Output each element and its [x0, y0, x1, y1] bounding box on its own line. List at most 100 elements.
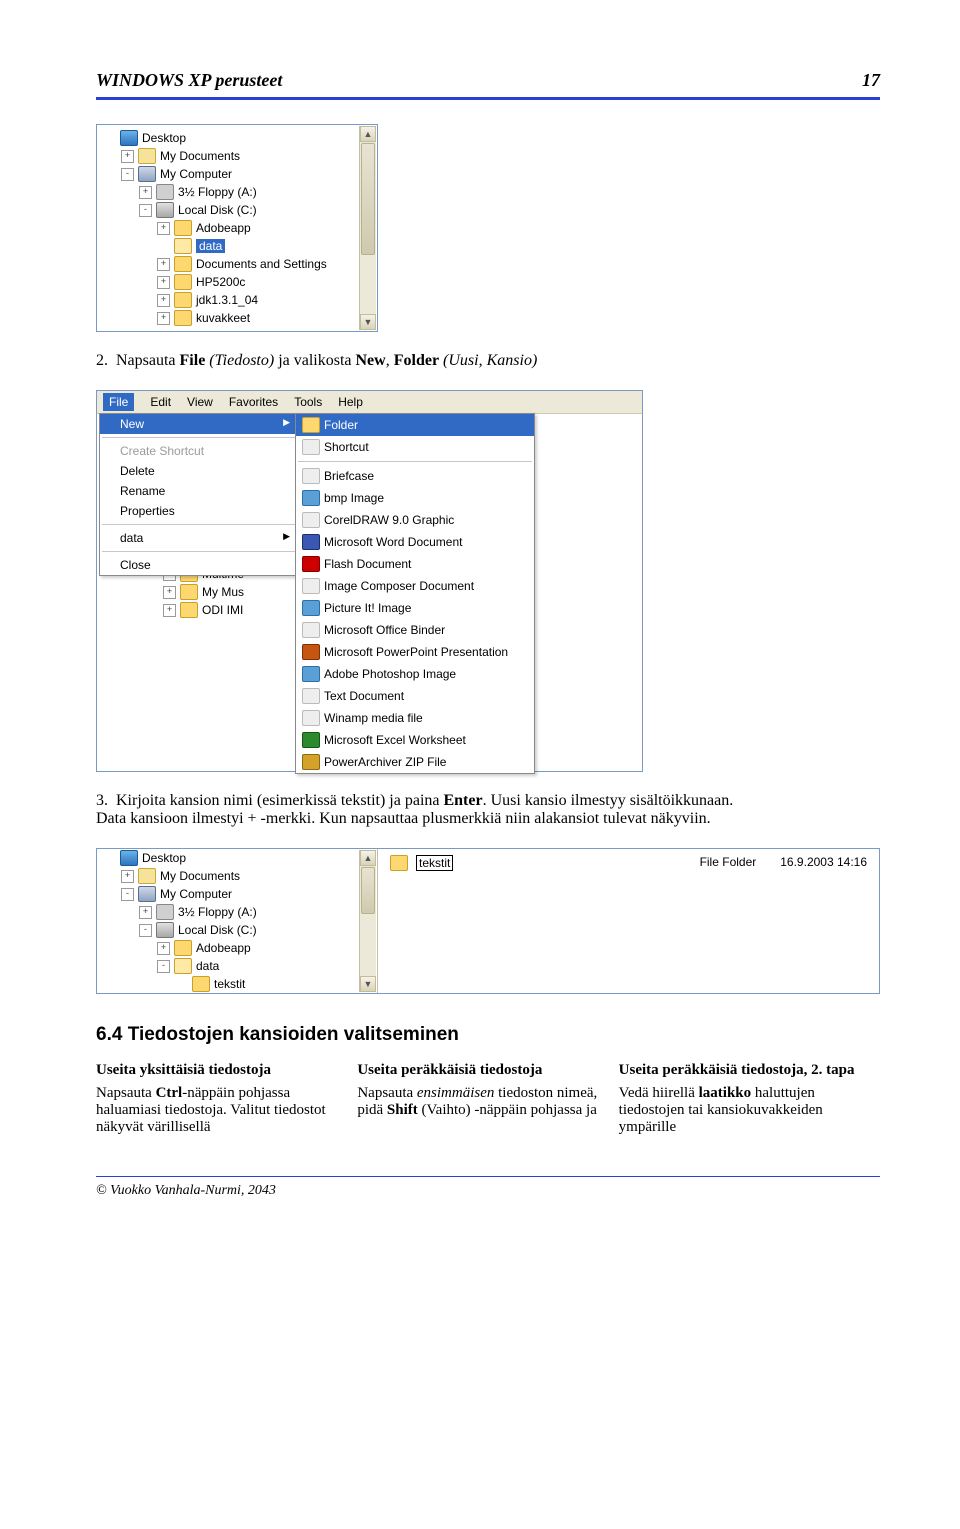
collapse-icon[interactable]: -	[157, 960, 170, 973]
menu-item-delete[interactable]: Delete	[100, 461, 298, 481]
submenu-label: Winamp media file	[324, 711, 423, 725]
submenu-item[interactable]: Winamp media file	[296, 707, 534, 729]
menu-item-data[interactable]: data	[100, 528, 298, 548]
scrollbar[interactable]: ▲ ▼	[359, 850, 376, 992]
submenu-item[interactable]: Image Composer Document	[296, 575, 534, 597]
tree-row[interactable]: +3½ Floppy (A:)	[97, 903, 377, 921]
tree-row[interactable]: -Local Disk (C:)	[97, 201, 377, 219]
submenu-item[interactable]: CorelDRAW 9.0 Graphic	[296, 509, 534, 531]
submenu-item[interactable]: Picture It! Image	[296, 597, 534, 619]
file-type-icon	[302, 468, 320, 484]
tree-row[interactable]: -My Computer	[97, 885, 377, 903]
file-type-icon	[302, 666, 320, 682]
scroll-down-button[interactable]: ▼	[360, 976, 376, 992]
tree-row[interactable]: Desktop	[97, 129, 377, 147]
file-type-icon	[302, 622, 320, 638]
collapse-icon[interactable]: -	[121, 168, 134, 181]
submenu-label: Flash Document	[324, 557, 411, 571]
file-type-icon	[302, 417, 320, 433]
menu-item-close[interactable]: Close	[100, 555, 298, 575]
menubar-item-edit[interactable]: Edit	[150, 395, 171, 409]
collapse-icon[interactable]: -	[139, 204, 152, 217]
submenu-item[interactable]: Briefcase	[296, 465, 534, 487]
menu-separator	[102, 551, 296, 552]
submenu-item[interactable]: Microsoft PowerPoint Presentation	[296, 641, 534, 663]
submenu-item[interactable]: Microsoft Word Document	[296, 531, 534, 553]
submenu-label: Text Document	[324, 689, 404, 703]
node-icon	[120, 850, 138, 866]
tree-row[interactable]: +My Documents	[97, 867, 377, 885]
footer-rule	[96, 1176, 880, 1177]
submenu-label: Adobe Photoshop Image	[324, 667, 456, 681]
menu-item-properties[interactable]: Properties	[100, 501, 298, 521]
step-2-text: 2. Napsauta File (Tiedosto) ja valikosta…	[96, 352, 880, 370]
tree-row[interactable]: +My Documents	[97, 147, 377, 165]
file-type-icon	[302, 556, 320, 572]
menubar-item-file[interactable]: File	[103, 393, 134, 411]
submenu-item[interactable]: Folder	[296, 414, 534, 436]
menubar-item-help[interactable]: Help	[338, 395, 363, 409]
menubar: File Edit View Favorites Tools Help	[97, 391, 642, 414]
expand-icon[interactable]: +	[157, 222, 170, 235]
tree-row[interactable]: data	[97, 237, 377, 255]
expand-icon[interactable]: +	[139, 906, 152, 919]
menu-item-rename[interactable]: Rename	[100, 481, 298, 501]
tree-row[interactable]: +Adobeapp	[97, 219, 377, 237]
menubar-item-favorites[interactable]: Favorites	[229, 395, 278, 409]
tree-row[interactable]: +Adobeapp	[97, 939, 377, 957]
expand-icon[interactable]: +	[157, 312, 170, 325]
submenu-item[interactable]: bmp Image	[296, 487, 534, 509]
tree-row[interactable]: - My Computer	[97, 165, 377, 183]
tree-row[interactable]: -data	[97, 957, 377, 975]
expand-icon[interactable]: +	[157, 258, 170, 271]
submenu-item[interactable]: Text Document	[296, 685, 534, 707]
expand-icon[interactable]: +	[157, 276, 170, 289]
scrollbar[interactable]: ▲ ▼	[359, 126, 376, 330]
expand-icon[interactable]: +	[121, 150, 134, 163]
expand-icon[interactable]: +	[121, 870, 134, 883]
node-icon	[174, 940, 192, 956]
file-menu: New Create ShortcutDeleteRenamePropertie…	[99, 413, 299, 576]
tree-row[interactable]: tekstit	[97, 975, 377, 993]
expand-icon[interactable]: +	[157, 294, 170, 307]
expand-icon[interactable]: +	[157, 942, 170, 955]
scroll-thumb[interactable]	[361, 867, 375, 914]
file-type-icon	[302, 490, 320, 506]
submenu-item[interactable]: PowerArchiver ZIP File	[296, 751, 534, 773]
expand-icon[interactable]: +	[139, 186, 152, 199]
tree-row[interactable]: + kuvakkeet	[97, 309, 377, 327]
tree-row[interactable]: +HP5200c	[97, 273, 377, 291]
expand-icon[interactable]: +	[163, 604, 176, 617]
scroll-down-button[interactable]: ▼	[360, 314, 376, 330]
expand-icon[interactable]: +	[163, 586, 176, 599]
submenu-label: Picture It! Image	[324, 601, 411, 615]
node-label: kuvakkeet	[196, 311, 250, 325]
tree-row[interactable]: +3½ Floppy (A:)	[97, 183, 377, 201]
file-type-icon	[302, 534, 320, 550]
rename-input[interactable]: tekstit	[416, 855, 453, 871]
submenu-item[interactable]: Flash Document	[296, 553, 534, 575]
menubar-item-view[interactable]: View	[187, 395, 213, 409]
scroll-thumb[interactable]	[361, 143, 375, 255]
tree-row[interactable]: +jdk1.3.1_04	[97, 291, 377, 309]
menu-item-create-shortcut: Create Shortcut	[100, 441, 298, 461]
node-icon	[174, 292, 192, 308]
menubar-item-tools[interactable]: Tools	[294, 395, 322, 409]
submenu-item[interactable]: Adobe Photoshop Image	[296, 663, 534, 685]
submenu-item[interactable]: Microsoft Office Binder	[296, 619, 534, 641]
node-icon	[174, 220, 192, 236]
menu-item-new[interactable]: New	[100, 414, 298, 434]
submenu-item[interactable]: Microsoft Excel Worksheet	[296, 729, 534, 751]
submenu-item[interactable]: Shortcut	[296, 436, 534, 458]
node-label: My Computer	[160, 167, 232, 181]
node-icon	[156, 184, 174, 200]
node-label: data	[196, 239, 225, 253]
tree-row[interactable]: +Documents and Settings	[97, 255, 377, 273]
tree-row[interactable]: -Local Disk (C:)	[97, 921, 377, 939]
scroll-up-button[interactable]: ▲	[360, 126, 376, 142]
scroll-up-button[interactable]: ▲	[360, 850, 376, 866]
collapse-icon[interactable]: -	[121, 888, 134, 901]
file-list-pane: tekstit File Folder 16.9.2003 14:16	[378, 849, 879, 993]
tree-row[interactable]: Desktop	[97, 849, 377, 867]
collapse-icon[interactable]: -	[139, 924, 152, 937]
